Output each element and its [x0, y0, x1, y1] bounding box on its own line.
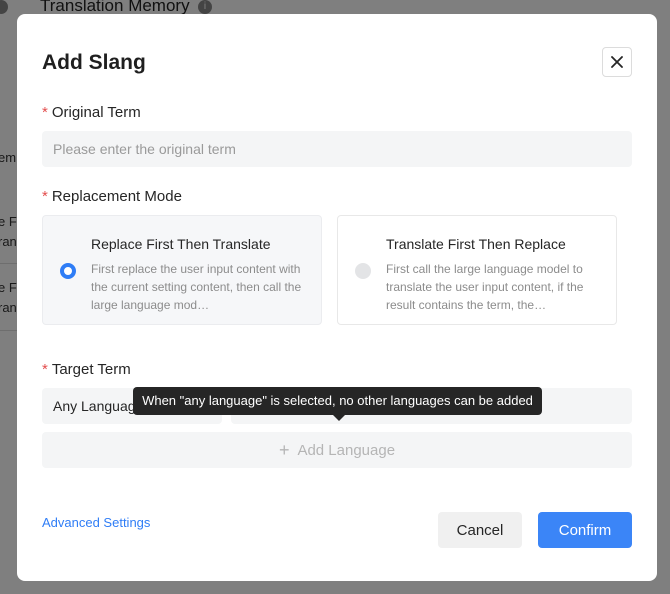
radio-unselected-icon[interactable] [355, 263, 371, 279]
replacement-mode-label: * Replacement Mode [42, 188, 182, 205]
original-term-label-text: Original Term [51, 104, 141, 121]
radio-selected-icon[interactable] [60, 263, 76, 279]
replacement-mode-label-text: Replacement Mode [51, 188, 182, 205]
required-mark: * [42, 361, 48, 378]
mode-option-title: Replace First Then Translate [91, 236, 271, 252]
add-language-label: Add Language [297, 441, 396, 459]
original-term-input[interactable] [42, 131, 632, 167]
original-term-label: * Original Term [42, 104, 141, 121]
mode-option-title: Translate First Then Replace [386, 236, 566, 252]
plus-icon: + [278, 439, 290, 460]
mode-option-description: First call the large language model to t… [386, 262, 584, 312]
dialog-title: Add Slang [42, 51, 146, 74]
mode-option-description: First replace the user input content wit… [91, 262, 302, 312]
target-term-label: * Target Term [42, 361, 131, 378]
advanced-settings-link[interactable]: Advanced Settings [42, 515, 150, 530]
tooltip-arrow [333, 415, 345, 421]
required-mark: * [42, 188, 48, 205]
close-icon [611, 56, 623, 68]
cancel-button[interactable]: Cancel [438, 512, 522, 548]
close-button[interactable] [602, 47, 632, 77]
tooltip: When "any language" is selected, no othe… [133, 387, 542, 415]
required-mark: * [42, 104, 48, 121]
add-slang-dialog: Add Slang *Original Term *Replacement Mo… [17, 14, 657, 581]
mode-option-replace-first[interactable]: Replace First Then Translate First repla… [42, 215, 322, 325]
add-language-button[interactable]: + Add Language [42, 432, 632, 468]
target-term-label-text: Target Term [51, 361, 131, 378]
mode-option-translate-first[interactable]: Translate First Then Replace First call … [337, 215, 617, 325]
confirm-button[interactable]: Confirm [538, 512, 632, 548]
